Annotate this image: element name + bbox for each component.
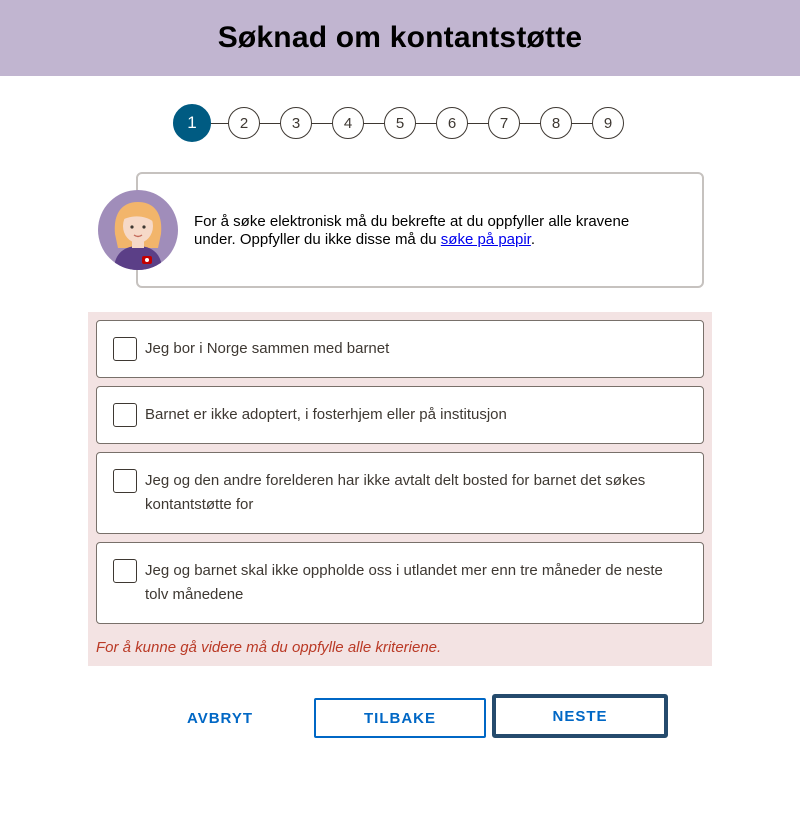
criterion-box[interactable]: Jeg bor i Norge sammen med barnet (96, 320, 704, 378)
criterion-checkbox[interactable] (113, 403, 137, 427)
criterion-checkbox[interactable] (113, 337, 137, 361)
page-title: Søknad om kontantstøtte (217, 21, 583, 54)
step-4: 4 (332, 107, 364, 139)
back-button[interactable]: TILBAKE (314, 698, 486, 738)
step-5: 5 (384, 107, 416, 139)
veileder-speech-bubble: For å søke elektronisk må du bekrefte at… (136, 172, 704, 288)
paper-application-link[interactable]: søke på papir (441, 231, 531, 248)
criterion-checkbox[interactable] (113, 469, 137, 493)
action-bar: AVBRYT TILBAKE NESTE (0, 692, 800, 740)
step-8: 8 (540, 107, 572, 139)
page-header: Søknad om kontantstøtte (0, 0, 800, 76)
criterion-label: Jeg bor i Norge sammen med barnet (145, 340, 390, 357)
criteria-panel: Jeg bor i Norge sammen med barnet Barnet… (88, 312, 712, 666)
stepper: 1 2 3 4 5 6 7 8 9 (0, 104, 800, 144)
next-button[interactable]: NESTE (492, 694, 668, 738)
criterion-label: Barnet er ikke adoptert, i fosterhjem el… (145, 406, 507, 423)
criterion-label: Jeg og barnet skal ikke oppholde oss i u… (145, 562, 663, 603)
veileder-avatar-icon (98, 190, 178, 270)
step-1: 1 (173, 104, 211, 142)
criterion-box[interactable]: Barnet er ikke adoptert, i fosterhjem el… (96, 386, 704, 444)
intro-text-end: . (530, 231, 536, 248)
veileder-panel: For å søke elektronisk må du bekrefte at… (98, 172, 704, 288)
validation-error: For å kunne gå videre må du oppfylle all… (96, 639, 442, 656)
criterion-label: Jeg og den andre forelderen har ikke avt… (145, 472, 646, 513)
step-2: 2 (228, 107, 260, 139)
criterion-checkbox[interactable] (113, 559, 137, 583)
step-7: 7 (488, 107, 520, 139)
step-3: 3 (280, 107, 312, 139)
criterion-box[interactable]: Jeg og den andre forelderen har ikke avt… (96, 452, 704, 534)
step-9: 9 (592, 107, 624, 139)
intro-text: For å søke elektronisk må du bekrefte at… (194, 213, 630, 248)
step-6: 6 (436, 107, 468, 139)
criterion-box[interactable]: Jeg og barnet skal ikke oppholde oss i u… (96, 542, 704, 624)
cancel-button[interactable]: AVBRYT (140, 698, 300, 738)
